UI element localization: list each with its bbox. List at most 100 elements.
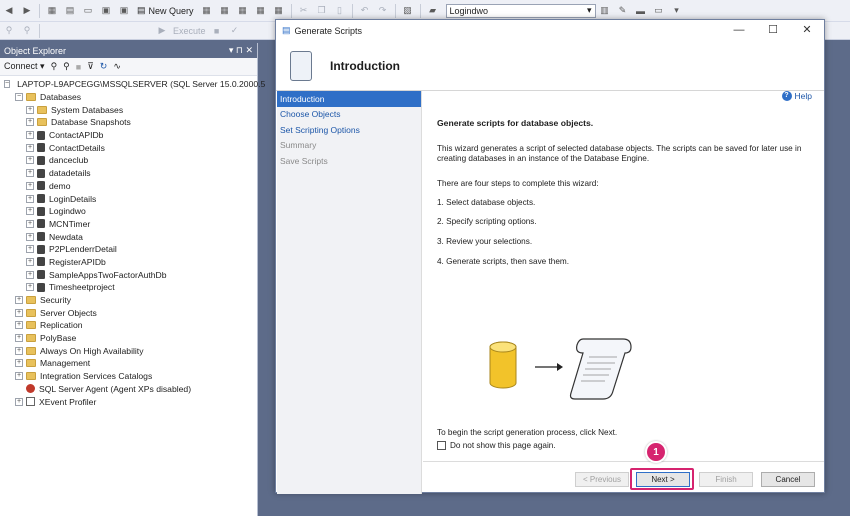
cut-icon[interactable]: ✂ — [297, 3, 311, 19]
expand-icon[interactable]: + — [15, 346, 23, 355]
filter-icon[interactable]: ⊽ — [87, 61, 94, 72]
connect-button[interactable]: Connect ▾ — [4, 61, 45, 72]
collapse-icon[interactable]: − — [4, 80, 11, 89]
solution-explorer-icon[interactable]: ▥ — [598, 3, 612, 19]
expand-icon[interactable]: + — [15, 372, 23, 381]
tree-node-folder[interactable]: + Management — [0, 357, 257, 370]
tree-node-database[interactable]: + Logindwo — [0, 205, 257, 218]
activity-icon[interactable]: ∿ — [113, 61, 121, 72]
tree-node-folder[interactable]: + Integration Services Catalogs — [0, 370, 257, 383]
stop-icon[interactable]: ■ — [210, 23, 224, 39]
execute-icon[interactable]: ▶ — [155, 23, 169, 39]
tree-node-database[interactable]: + RegisterAPIDb — [0, 256, 257, 269]
expand-icon[interactable]: + — [15, 321, 23, 330]
dmx-query-icon[interactable]: ▦ — [236, 3, 250, 19]
wizard-nav-item[interactable]: Choose Objects — [277, 107, 421, 123]
tree-node-sql-agent[interactable]: SQL Server Agent (Agent XPs disabled) — [0, 383, 257, 396]
change-connection-icon[interactable]: ⚲ — [20, 23, 34, 39]
xmla-query-icon[interactable]: ▦ — [254, 3, 268, 19]
expand-icon[interactable]: + — [26, 156, 34, 165]
expand-icon[interactable]: + — [15, 359, 23, 368]
undo-icon[interactable]: ↶ — [358, 3, 372, 19]
tree-node-database[interactable]: + datadetails — [0, 167, 257, 180]
expand-icon[interactable]: + — [26, 270, 34, 279]
paste-icon[interactable]: ▯ — [333, 3, 347, 19]
execute-label[interactable]: Execute — [173, 23, 206, 39]
expand-icon[interactable]: + — [26, 283, 34, 292]
expand-icon[interactable]: + — [15, 397, 23, 406]
refresh-icon[interactable]: ↻ — [100, 61, 108, 72]
wizard-nav-item[interactable]: Set Scripting Options — [277, 122, 421, 138]
new-project-icon[interactable]: ▦ — [45, 3, 59, 19]
tree-node-database[interactable]: + ContactDetails — [0, 141, 257, 154]
expand-icon[interactable]: + — [15, 296, 23, 305]
connect-icon[interactable]: ⚲ — [2, 23, 16, 39]
toolbox-icon[interactable]: ▬ — [634, 3, 648, 19]
expand-icon[interactable]: + — [15, 308, 23, 317]
wizard-nav-item[interactable]: Introduction — [277, 91, 421, 107]
stop-icon[interactable]: ■ — [76, 62, 81, 72]
disconnect-icon[interactable]: ⚲ — [63, 61, 70, 72]
do-not-show-checkbox[interactable]: Do not show this page again. — [437, 441, 556, 450]
expand-icon[interactable]: + — [26, 169, 34, 178]
tree-node-folder[interactable]: + Always On High Availability — [0, 344, 257, 357]
tree-node-database[interactable]: + System Databases — [0, 103, 257, 116]
expand-icon[interactable]: + — [26, 143, 34, 152]
tree-node-folder[interactable]: + Security — [0, 294, 257, 307]
properties-icon[interactable]: ✎ — [616, 3, 630, 19]
tree-node-database[interactable]: + ContactAPIDb — [0, 129, 257, 142]
previous-button[interactable]: < Previous — [575, 472, 629, 487]
tree-node-folder[interactable]: + Replication — [0, 319, 257, 332]
expand-icon[interactable]: + — [26, 219, 34, 228]
tree-node-database[interactable]: + Newdata — [0, 230, 257, 243]
tree-node-database[interactable]: + Timesheetproject — [0, 281, 257, 294]
finish-button[interactable]: Finish — [699, 472, 753, 487]
expand-icon[interactable]: + — [26, 181, 34, 190]
new-query-button[interactable]: ▤ New Query — [137, 5, 194, 16]
tree-node-database[interactable]: + demo — [0, 180, 257, 193]
minimize-icon[interactable]: — — [722, 20, 756, 41]
redo-icon[interactable]: ↷ — [376, 3, 390, 19]
expand-icon[interactable]: + — [26, 257, 34, 266]
expand-icon[interactable]: + — [26, 118, 34, 127]
add-item-icon[interactable]: ▤ — [63, 3, 77, 19]
expand-icon[interactable]: + — [26, 131, 34, 140]
tree-node-server[interactable]: − LAPTOP-L9APCEGG\MSSQLSERVER (SQL Serve… — [0, 78, 265, 91]
save-all-icon[interactable]: ▣ — [117, 3, 131, 19]
mdx-query-icon[interactable]: ▦ — [218, 3, 232, 19]
expand-icon[interactable]: + — [26, 245, 34, 254]
copy-icon[interactable]: ❐ — [315, 3, 329, 19]
collapse-icon[interactable]: − — [15, 93, 23, 102]
expand-icon[interactable]: + — [26, 207, 34, 216]
parse-icon[interactable]: ✓ — [228, 23, 242, 39]
tree-node-databases[interactable]: − Databases — [0, 91, 257, 104]
expand-icon[interactable]: + — [26, 232, 34, 241]
expand-icon[interactable]: + — [26, 194, 34, 203]
toolbar-options-icon[interactable]: ▾ — [670, 3, 684, 19]
tree-node-database[interactable]: + LoginDetails — [0, 192, 257, 205]
tree-node-folder[interactable]: + Server Objects — [0, 306, 257, 319]
help-link[interactable]: ? Help — [781, 91, 812, 101]
tree-node-xevent[interactable]: + XEvent Profiler — [0, 395, 257, 408]
command-window-icon[interactable]: ▭ — [652, 3, 666, 19]
panel-pin-icon[interactable]: ▾ ⊓ ✕ — [229, 45, 253, 56]
db-engine-query-icon[interactable]: ▦ — [200, 3, 214, 19]
dax-query-icon[interactable]: ▦ — [272, 3, 286, 19]
expand-icon[interactable]: + — [26, 105, 34, 114]
tree-node-database[interactable]: + P2PLenderrDetail — [0, 243, 257, 256]
activity-monitor-icon[interactable]: ▧ — [401, 3, 415, 19]
tree-node-folder[interactable]: + PolyBase — [0, 332, 257, 345]
maximize-icon[interactable]: ☐ — [756, 20, 790, 41]
back-icon[interactable]: ◀ — [2, 3, 16, 19]
tree-node-database[interactable]: + Database Snapshots — [0, 116, 257, 129]
expand-icon[interactable]: + — [15, 334, 23, 343]
tree-node-database[interactable]: + MCNTimer — [0, 218, 257, 231]
tree-node-database[interactable]: + danceclub — [0, 154, 257, 167]
database-dropdown[interactable]: Logindwo ▾ — [445, 3, 596, 18]
close-icon[interactable]: ✕ — [790, 20, 824, 41]
checkbox-box[interactable] — [437, 441, 446, 450]
save-icon[interactable]: ▣ — [99, 3, 113, 19]
open-file-icon[interactable]: ▭ — [81, 3, 95, 19]
tree-node-database[interactable]: + SampleAppsTwoFactorAuthDb — [0, 268, 257, 281]
connect-plug-icon[interactable]: ⚲ — [51, 61, 58, 72]
